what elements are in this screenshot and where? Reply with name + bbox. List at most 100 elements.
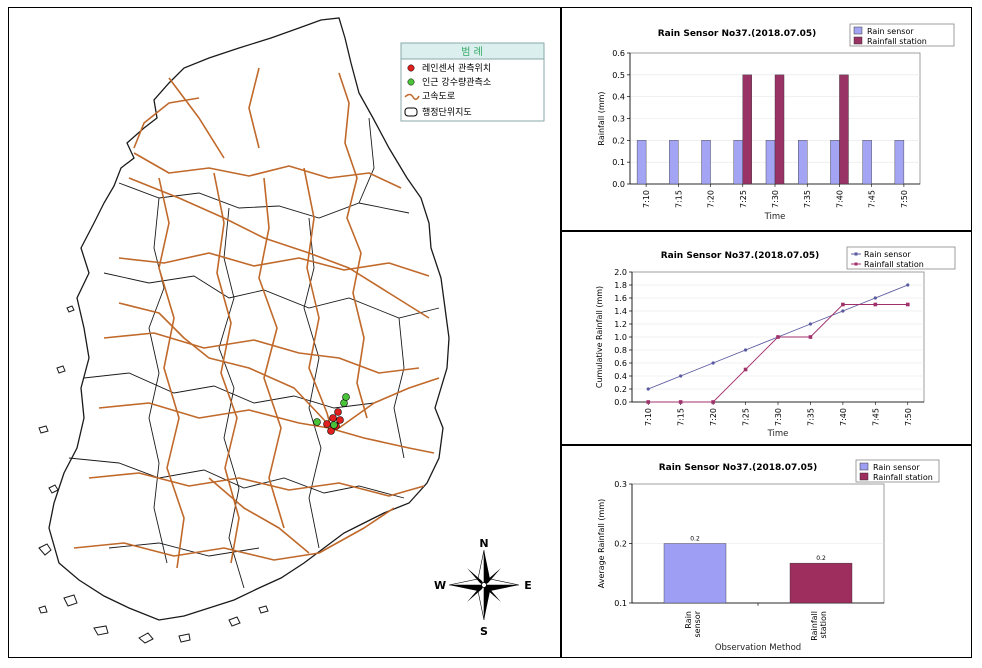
chart-title: Rain Sensor No37.(2018.07.05)	[661, 251, 820, 261]
legend-marker-swatch	[854, 252, 858, 256]
chart-title: Rain Sensor No37.(2018.07.05)	[659, 463, 818, 473]
x-tick-label: 7:50	[904, 408, 913, 426]
x-tick-label: 7:40	[835, 190, 844, 208]
bar	[789, 562, 853, 604]
rainfall-bar-chart: 0.0 0.1 0.2 0.3 0.4 0.5 0.6 Rainfall (mm) Time Ra…	[597, 23, 955, 222]
legend-item-label: 레인센서 관측위치	[422, 62, 491, 74]
x-tick-label: 7:20	[709, 408, 718, 426]
x-tick-label: 7:15	[674, 190, 683, 208]
legend-swatch	[853, 36, 863, 45]
data-point	[841, 309, 845, 313]
y-axis-label: Average Rainfall (mm)	[597, 499, 606, 589]
chart-title: Rain Sensor No37.(2018.07.05)	[658, 29, 817, 39]
y-tick-label: 0.4	[612, 93, 625, 102]
bar	[669, 140, 679, 185]
y-tick-label: 0.3	[614, 480, 627, 489]
x-axis-label: Time	[767, 429, 789, 439]
korea-map: 범 례 레인센서 관측위치 인근 강수량관측소 고속도로 행정단위지도 N S …	[38, 17, 545, 644]
x-tick-label: Rainfall	[810, 611, 819, 641]
legend-swatch	[859, 472, 869, 481]
legend-swatch	[853, 26, 863, 35]
data-point	[905, 302, 910, 307]
map-panel: 범 례 레인센서 관측위치 인근 강수량관측소 고속도로 행정단위지도 N S …	[8, 7, 561, 658]
x-tick-label: 7:10	[642, 190, 651, 208]
legend-label: Rain sensor	[867, 27, 914, 36]
y-tick-label: 0.2	[612, 136, 625, 145]
compass-s: S	[480, 625, 488, 638]
compass-n: N	[479, 537, 488, 550]
compass-e: E	[524, 579, 532, 592]
x-tick-label: 7:40	[839, 408, 848, 426]
y-tick-label: 1.8	[614, 281, 627, 290]
data-label: 0.2	[690, 536, 700, 543]
chart-panel-cumulative: 0.0 0.2 0.4 0.6 0.8 1.0 1.2 1.4 1.6 1.8 2.0 Cumulat…	[561, 231, 972, 445]
bar	[774, 74, 785, 185]
legend-label: Rain sensor	[864, 250, 911, 259]
legend-marker-swatch	[854, 262, 858, 266]
legend-swatch	[859, 462, 869, 471]
x-tick-label: 7:50	[900, 190, 909, 208]
admin-boundaries	[68, 117, 440, 589]
bar	[830, 140, 840, 185]
y-tick-label: 0.1	[612, 158, 625, 167]
x-tick-label: 7:25	[739, 190, 748, 208]
bar	[894, 140, 905, 185]
y-tick-label: 0.3	[612, 115, 625, 124]
y-axis-label: Cumulative Rainfall (mm)	[595, 286, 604, 388]
x-tick-label: Rain	[684, 611, 693, 629]
x-tick-label: 7:35	[803, 190, 812, 208]
x-axis-label: Time	[764, 212, 786, 222]
x-tick-label: 7:20	[707, 190, 716, 208]
x-tick-label: 7:45	[871, 408, 880, 426]
data-point	[711, 361, 715, 365]
data-point	[776, 335, 780, 339]
legend-label: Rainfall station	[873, 473, 933, 482]
y-tick-label: 2.0	[614, 268, 627, 277]
bar	[742, 74, 752, 185]
x-tick-label: sensor	[693, 610, 702, 637]
y-tick-label: 0.6	[612, 49, 625, 58]
bar	[839, 74, 849, 185]
bar	[701, 140, 711, 185]
legend-label: Rainfall station	[864, 260, 924, 269]
bar	[733, 140, 743, 185]
data-point	[743, 348, 748, 352]
data-point	[906, 283, 910, 287]
x-tick-label: station	[819, 611, 828, 639]
y-tick-label: 0.6	[614, 359, 627, 368]
legend-item-label: 행정단위지도	[422, 106, 472, 118]
data-point	[743, 367, 748, 372]
chart-panel-average: 0.1 0.2 0.3 Average Rainfall (mm) Observatio…	[561, 445, 972, 658]
data-point	[678, 400, 683, 404]
legend-item-label: 고속도로	[422, 91, 455, 102]
y-tick-label: 1.2	[614, 320, 627, 329]
data-point	[873, 302, 878, 307]
data-point	[808, 335, 813, 339]
y-tick-label: 0.0	[614, 398, 627, 407]
bar	[797, 140, 808, 185]
x-tick-label: 7:30	[774, 408, 783, 426]
y-axis-label: Rainfall (mm)	[597, 91, 606, 145]
compass-w: W	[434, 579, 446, 592]
map-legend: 범 례 레인센서 관측위치 인근 강수량관측소 고속도로 행정단위지도	[400, 42, 545, 122]
legend-label: Rain sensor	[873, 463, 920, 472]
x-axis-label: Observation Method	[715, 643, 801, 653]
x-tick-label: 7:45	[868, 190, 877, 208]
y-tick-label: 0.8	[614, 346, 627, 355]
legend-title: 범 례	[461, 46, 483, 58]
legend-label: Rainfall station	[867, 37, 927, 46]
green-dot-icon	[407, 78, 415, 86]
data-point	[711, 400, 715, 404]
y-tick-label: 1.0	[614, 333, 627, 342]
x-tick-label: 7:25	[742, 408, 751, 426]
bar	[663, 543, 727, 604]
y-tick-label: 0.1	[614, 599, 627, 608]
x-tick-label: 7:35	[806, 408, 815, 426]
y-tick-label: 1.6	[614, 294, 627, 303]
average-bar-chart: 0.1 0.2 0.3 Average Rainfall (mm) Observatio…	[597, 459, 940, 653]
bar	[636, 140, 647, 185]
data-point	[646, 400, 651, 404]
data-label: 0.2	[816, 555, 826, 562]
y-tick-label: 0.2	[614, 540, 627, 549]
y-tick-label: 0.2	[614, 385, 627, 394]
